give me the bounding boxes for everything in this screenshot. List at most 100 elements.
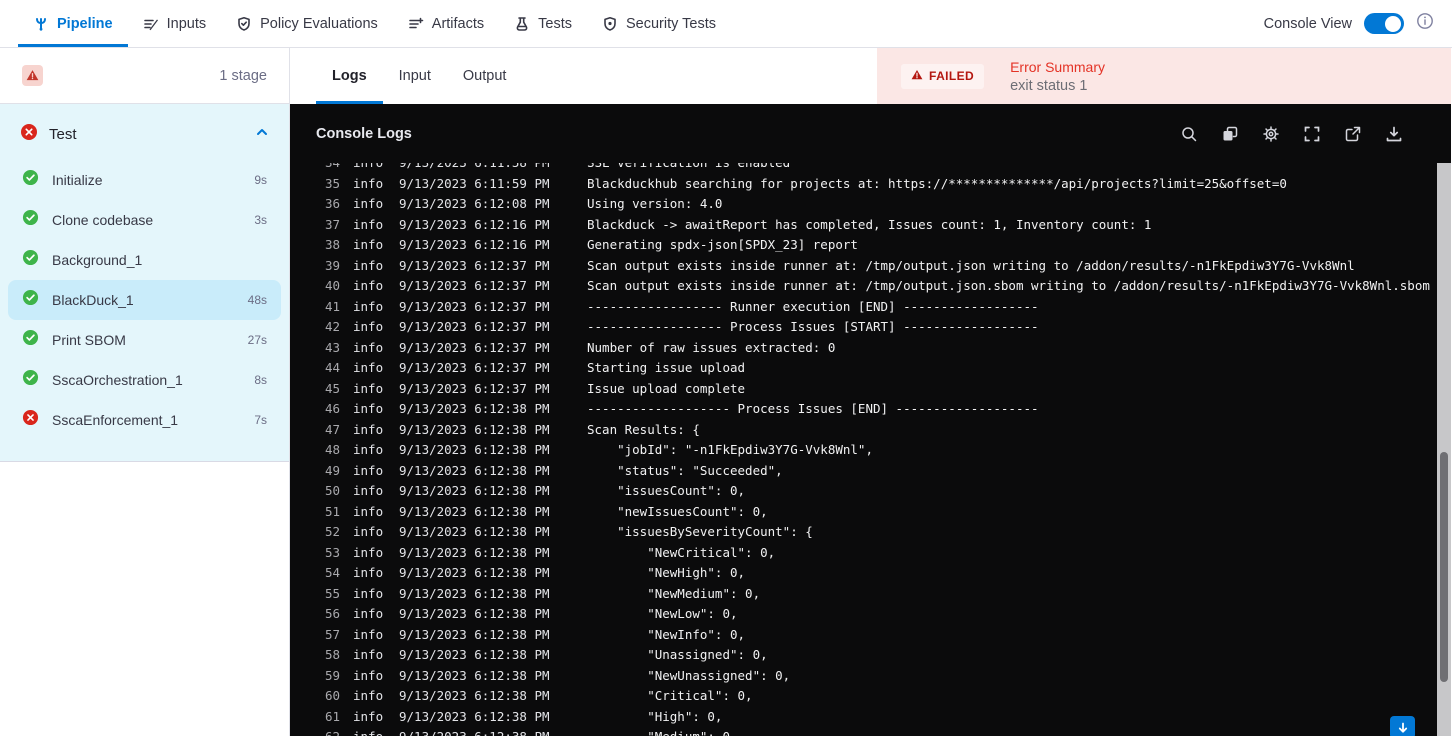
scrollbar-thumb[interactable] [1440,452,1448,682]
log-timestamp: 9/13/2023 6:12:08 PM [399,196,550,211]
console-view-toggle[interactable] [1364,13,1404,34]
failed-badge-label: FAILED [929,69,975,83]
log-line: 56 info 9/13/2023 6:12:38 PM "NewLow": 0, [320,604,1451,625]
tab-logs[interactable]: Logs [316,48,383,104]
console-view-label: Console View [1263,15,1352,32]
log-message: "NewLow": 0, [587,606,738,621]
log-line: 34 info 9/13/2023 6:11:58 PM SSL verificati… [320,163,1451,174]
log-line-number: 46 [324,401,340,416]
sidebar-step[interactable]: Clone codebase 3s [8,200,281,240]
step-duration: 27s [247,333,267,347]
step-duration: 8s [254,373,267,387]
tab-policy-evaluations[interactable]: Policy Evaluations [221,0,393,47]
download-icon[interactable] [1385,125,1403,143]
stage-panel: Test Initialize 9s Clone codebase 3s Backgro… [0,104,289,462]
stage-title-row[interactable]: Test [0,104,289,156]
tab-security-tests[interactable]: Security Tests [587,0,731,47]
log-message: ------------------ Process Issues [START… [587,319,1039,334]
search-icon[interactable] [1180,125,1198,143]
log-line-number: 59 [324,667,340,683]
console-scrollbar[interactable] [1437,163,1451,736]
log-level: info [353,483,384,498]
tab-inputs[interactable]: Inputs [128,0,222,47]
sidebar-step[interactable]: Initialize 9s [8,160,281,200]
log-line-number: 58 [324,647,340,662]
fullscreen-icon[interactable] [1303,125,1321,143]
log-line-number: 49 [324,462,340,478]
inputs-icon [143,16,159,32]
log-line: 45 info 9/13/2023 6:12:37 PM Issue upload c… [320,379,1451,400]
log-timestamp: 9/13/2023 6:12:38 PM [399,442,550,457]
open-in-new-icon[interactable] [1344,125,1362,143]
log-level: info [353,585,384,601]
log-message: "issuesCount": 0, [587,483,746,498]
log-message: "status": "Succeeded", [587,462,783,478]
log-message: ------------------ Runner execution [END… [587,298,1039,314]
success-icon [22,249,39,271]
log-message: Scan output exists inside runner at: /tm… [587,257,1355,273]
tab-label: Logs [332,68,367,84]
tab-tests[interactable]: Tests [499,0,587,47]
log-timestamp: 9/13/2023 6:12:37 PM [399,319,550,334]
copy-icon[interactable] [1221,125,1239,143]
tab-label: Inputs [166,15,207,32]
scroll-to-bottom-button[interactable] [1390,716,1415,736]
log-timestamp: 9/13/2023 6:12:38 PM [399,727,563,736]
log-level: info [353,163,385,174]
info-icon[interactable] [1416,12,1434,35]
sidebar-step[interactable]: SscaOrchestration_1 8s [8,360,281,400]
chevron-up-icon[interactable] [255,125,269,144]
log-level: info [353,503,384,519]
log-timestamp: 9/13/2023 6:12:38 PM [399,565,550,580]
log-level: info [353,667,384,683]
log-line: 58 info 9/13/2023 6:12:38 PM "Unassigned":… [320,645,1451,666]
log-level: info [353,647,384,662]
failed-status-badge: FAILED [901,63,985,89]
tab-output[interactable]: Output [447,48,523,104]
log-line: 52 info 9/13/2023 6:12:38 PM "issuesBySeve… [320,522,1451,543]
log-level: info [353,339,384,355]
step-name: BlackDuck_1 [52,292,134,308]
log-message: Scan Results: { [587,421,700,437]
sidebar-step[interactable]: Print SBOM 27s [8,320,281,360]
log-message: "jobId": "-n1FkEpdiw3Y7G-Vvk8Wnl", [587,442,873,457]
log-line-number: 56 [324,606,340,621]
log-viewport[interactable]: 34 info 9/13/2023 6:11:58 PM SSL verificati… [290,163,1451,736]
top-nav-right: Console View [1264,0,1452,47]
log-message: Number of raw issues extracted: 0 [587,339,836,355]
log-line-number: 48 [324,442,340,457]
log-level: info [353,380,384,396]
log-line: 44 info 9/13/2023 6:12:37 PM Starting issue… [320,358,1451,379]
settings-icon[interactable] [1262,125,1280,143]
log-message: Starting issue upload [587,360,746,375]
log-timestamp: 9/13/2023 6:12:38 PM [399,503,550,519]
step-name: Initialize [52,172,103,188]
log-message: "newIssuesCount": 0, [587,503,768,519]
tab-label: Security Tests [626,15,716,32]
sidebar-step[interactable]: BlackDuck_1 48s [8,280,281,320]
log-line: 51 info 9/13/2023 6:12:38 PM "newIssuesCou… [320,502,1451,523]
log-message: "Critical": 0, [587,688,753,703]
log-level: info [353,606,384,621]
log-level: info [353,524,384,539]
tab-input[interactable]: Input [383,48,447,104]
log-message: ------------------- Process Issues [END]… [587,401,1039,416]
log-message: "NewUnassigned": 0, [587,667,791,683]
log-line-number: 62 [320,727,340,736]
log-content-area: Logs Input Output FAILED Error Summary e… [290,48,1451,736]
tab-artifacts[interactable]: Artifacts [393,0,499,47]
warning-triangle-icon [911,69,923,84]
log-timestamp: 9/13/2023 6:12:38 PM [399,401,550,416]
log-line-number: 55 [324,585,340,601]
success-icon [22,169,39,191]
sidebar-step[interactable]: Background_1 [8,240,281,280]
log-line-number: 45 [324,380,340,396]
artifacts-icon [408,16,424,32]
tab-pipeline[interactable]: Pipeline [18,0,128,47]
step-name: Print SBOM [52,332,126,348]
log-message: "High": 0, [587,708,723,724]
sidebar-step[interactable]: SscaEnforcement_1 7s [8,400,281,440]
log-line-number: 54 [324,565,340,580]
log-line: 49 info 9/13/2023 6:12:38 PM "status": "Su… [320,461,1451,482]
log-level: info [353,298,384,314]
